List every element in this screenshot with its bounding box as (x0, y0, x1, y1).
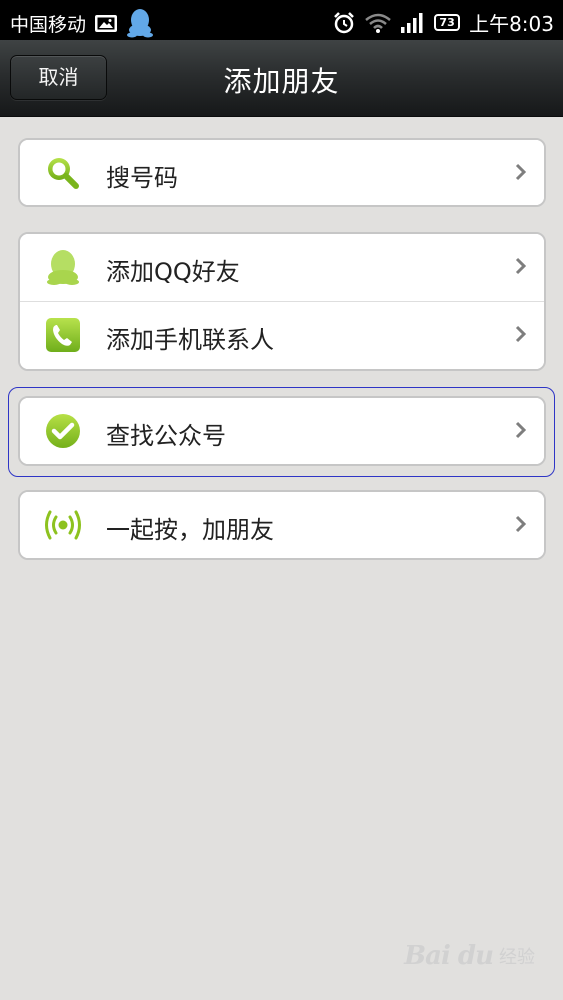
nav-bar: 取消 添加朋友 (0, 40, 563, 117)
menu-item-add-qq-friend[interactable]: 添加QQ好友 (20, 234, 544, 301)
check-circle-icon (44, 412, 82, 450)
page-title: 添加朋友 (223, 65, 340, 98)
menu-item-label: 添加QQ好友 (106, 258, 240, 286)
chevron-right-icon (514, 421, 528, 439)
menu-group-radar: 一起按，加朋友 (18, 490, 546, 560)
alarm-icon (332, 11, 356, 35)
qq-penguin-icon (44, 248, 82, 286)
menu-item-label: 搜号码 (106, 164, 178, 192)
status-right: 73 上午8:03 (324, 8, 554, 37)
menu-item-label: 查找公众号 (106, 422, 226, 450)
chevron-right-icon (514, 325, 528, 343)
menu-group-contacts: 添加QQ好友 添加手机联系人 (18, 232, 546, 371)
clock: 上午8:03 (469, 12, 554, 36)
status-bar: 中国移动 73 上午8:03 (0, 0, 563, 40)
chevron-right-icon (514, 163, 528, 181)
image-icon (94, 14, 118, 33)
menu-group-search: 搜号码 (18, 138, 546, 207)
wifi-icon (364, 12, 392, 34)
menu-group-public-accounts: 查找公众号 (18, 396, 546, 466)
menu-item-add-phone-contacts[interactable]: 添加手机联系人 (20, 301, 544, 369)
signal-icon (400, 12, 424, 34)
status-left: 中国移动 (10, 8, 154, 38)
menu-item-radar-add-friends[interactable]: 一起按，加朋友 (20, 492, 544, 558)
menu-item-label: 添加手机联系人 (106, 326, 274, 354)
battery-icon: 73 (434, 14, 461, 31)
baidu-watermark: Bai du 经验 (404, 941, 535, 971)
carrier-name: 中国移动 (10, 13, 87, 36)
menu-item-find-public-account[interactable]: 查找公众号 (20, 398, 544, 464)
phone-icon (44, 316, 82, 354)
watermark-text: 经验 (499, 947, 535, 968)
search-icon (44, 154, 82, 192)
chevron-right-icon (514, 515, 528, 533)
watermark-logo: Bai du (404, 941, 494, 971)
menu-item-search-number[interactable]: 搜号码 (20, 140, 544, 205)
radar-icon (44, 506, 82, 544)
menu-item-label: 一起按，加朋友 (106, 516, 274, 544)
chevron-right-icon (514, 257, 528, 275)
qq-icon (126, 8, 154, 38)
